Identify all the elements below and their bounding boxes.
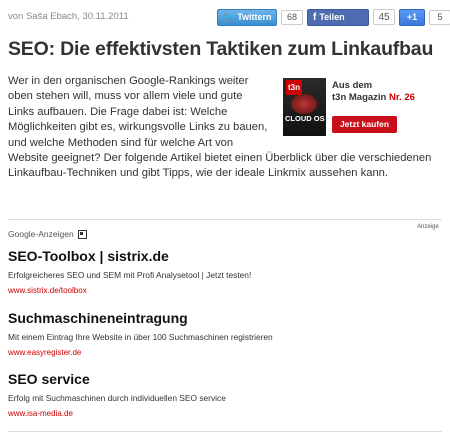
ad-url[interactable]: www.sistrix.de/toolbox <box>8 286 442 296</box>
facebook-f-icon: f <box>313 11 317 23</box>
google-plus-count: 5 <box>429 9 450 25</box>
google-ads-header: Google-Anzeigen <box>8 229 87 239</box>
ad-title[interactable]: SEO-Toolbox | sistrix.de <box>8 248 442 264</box>
cover-brand: t3n <box>286 80 302 96</box>
ad-description: Mit einem Eintrag Ihre Website in über 1… <box>8 332 273 342</box>
ad-item: Suchmaschineneintragung Mit einem Eintra… <box>8 310 442 358</box>
promo-issue: Nr. 26 <box>389 92 415 103</box>
ad-description: Erfolg mit Suchmaschinen durch individue… <box>8 393 226 403</box>
facebook-share-button[interactable]: f Teilen <box>307 8 369 26</box>
divider <box>8 431 442 432</box>
google-ads-label: Google-Anzeigen <box>8 229 74 239</box>
promo-line1: Aus dem <box>332 80 373 91</box>
ad-url[interactable]: www.easyregister.de <box>8 348 442 358</box>
social-share-bar: 🐦 Twittern 68 f Teilen 45 +1 5 <box>217 8 450 26</box>
twitter-bird-icon: 🐦 <box>223 11 235 22</box>
facebook-share-label: Teilen <box>319 12 345 22</box>
divider <box>8 219 442 220</box>
magazine-promo: t3n CLOUD OS Aus dem t3n Magazin Nr. 26 … <box>279 78 444 140</box>
byline: von Saša Ebach, 30.11.2011 <box>8 11 129 22</box>
promo-text: Aus dem t3n Magazin Nr. 26 <box>332 80 415 104</box>
ad-item: SEO service Erfolg mit Suchmaschinen dur… <box>8 371 442 419</box>
article-meta: von Saša Ebach, 30.11.2011 🐦 Twittern 68… <box>8 8 450 27</box>
ad-item: SEO-Toolbox | sistrix.de Erfolgreicheres… <box>8 248 442 296</box>
ad-tag: Anzeige <box>417 224 439 230</box>
cover-illustration <box>291 94 317 114</box>
twitter-share-label: Twittern <box>237 12 272 22</box>
article-intro: t3n CLOUD OS Aus dem t3n Magazin Nr. 26 … <box>8 74 444 182</box>
ad-description: Erfolgreicheres SEO und SEM mit Profi An… <box>8 270 252 280</box>
ad-choices-icon[interactable] <box>77 229 87 239</box>
twitter-share-count: 68 <box>281 9 303 25</box>
article-title[interactable]: SEO: Die effektivsten Taktiken zum Linka… <box>8 38 433 61</box>
buy-now-button[interactable]: Jetzt kaufen <box>332 116 397 133</box>
twitter-share-button[interactable]: 🐦 Twittern <box>217 8 277 26</box>
ad-url[interactable]: www.isa-media.de <box>8 409 442 419</box>
cover-headline: CLOUD OS <box>285 114 325 123</box>
facebook-share-count: 45 <box>373 9 395 25</box>
magazine-cover-image[interactable]: t3n CLOUD OS <box>283 78 326 136</box>
promo-magazine-name: t3n Magazin <box>332 92 387 103</box>
ad-title[interactable]: Suchmaschineneintragung <box>8 310 442 326</box>
google-plus-one-button[interactable]: +1 <box>399 8 425 26</box>
ad-title[interactable]: SEO service <box>8 371 442 387</box>
